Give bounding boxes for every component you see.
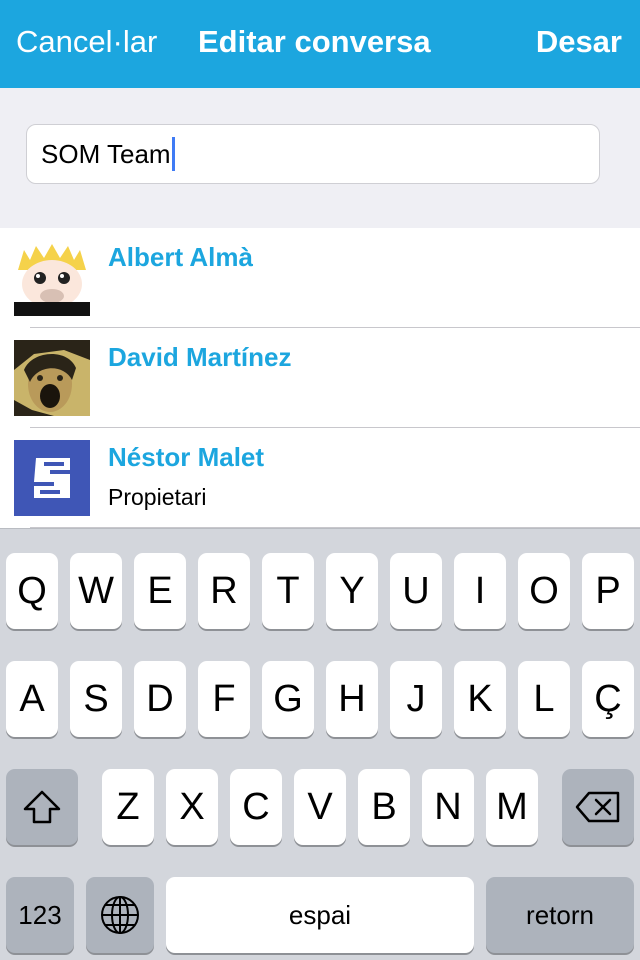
avatar [14,340,90,416]
keyboard: Q W E R T Y U I O P A S D F G H J K L Ç … [0,528,640,960]
save-button[interactable]: Desar [536,24,622,60]
key-p[interactable]: P [582,553,634,629]
key-l[interactable]: L [518,661,570,737]
key-d[interactable]: D [134,661,186,737]
text-caret [171,137,175,171]
avatar [14,240,90,316]
shift-icon [23,790,61,824]
key-b[interactable]: B [358,769,410,845]
key-u[interactable]: U [390,553,442,629]
space-key[interactable]: espai [166,877,474,953]
member-row[interactable]: David Martínez [0,328,640,428]
member-list: Albert Almà David Martínez Néstor Malet … [0,228,640,528]
avatar [14,440,90,516]
key-o[interactable]: O [518,553,570,629]
conversation-name-input[interactable]: SOM Team [26,124,600,184]
key-z[interactable]: Z [102,769,154,845]
key-v[interactable]: V [294,769,346,845]
conversation-name-value: SOM Team [41,138,171,169]
backspace-icon [575,791,620,823]
key-k[interactable]: K [454,661,506,737]
nav-bar: Cancel·lar Editar conversa Desar [0,0,640,88]
key-f[interactable]: F [198,661,250,737]
key-e[interactable]: E [134,553,186,629]
globe-icon [101,896,139,934]
globe-key[interactable] [86,877,154,953]
key-y[interactable]: Y [326,553,378,629]
key-m[interactable]: M [486,769,538,845]
key-s[interactable]: S [70,661,122,737]
page-title: Editar conversa [198,24,431,59]
key-h[interactable]: H [326,661,378,737]
key-n[interactable]: N [422,769,474,845]
backspace-key[interactable] [562,769,634,845]
key-i[interactable]: I [454,553,506,629]
conversation-name-section: SOM Team [0,88,640,228]
key-q[interactable]: Q [6,553,58,629]
member-name: Albert Almà [108,242,253,272]
member-name: Néstor Malet [108,442,265,472]
member-name: David Martínez [108,342,292,372]
member-row[interactable]: Albert Almà [0,228,640,328]
cancel-button[interactable]: Cancel·lar [16,24,157,60]
key-c-cedilla[interactable]: Ç [582,661,634,737]
key-x[interactable]: X [166,769,218,845]
member-row[interactable]: Néstor Malet Propietari [0,428,640,528]
key-c[interactable]: C [230,769,282,845]
numbers-key[interactable]: 123 [6,877,74,953]
key-a[interactable]: A [6,661,58,737]
member-role: Propietari [108,484,207,510]
shift-key[interactable] [6,769,78,845]
key-j[interactable]: J [390,661,442,737]
key-g[interactable]: G [262,661,314,737]
key-r[interactable]: R [198,553,250,629]
key-t[interactable]: T [262,553,314,629]
return-key[interactable]: retorn [486,877,634,953]
key-w[interactable]: W [70,553,122,629]
